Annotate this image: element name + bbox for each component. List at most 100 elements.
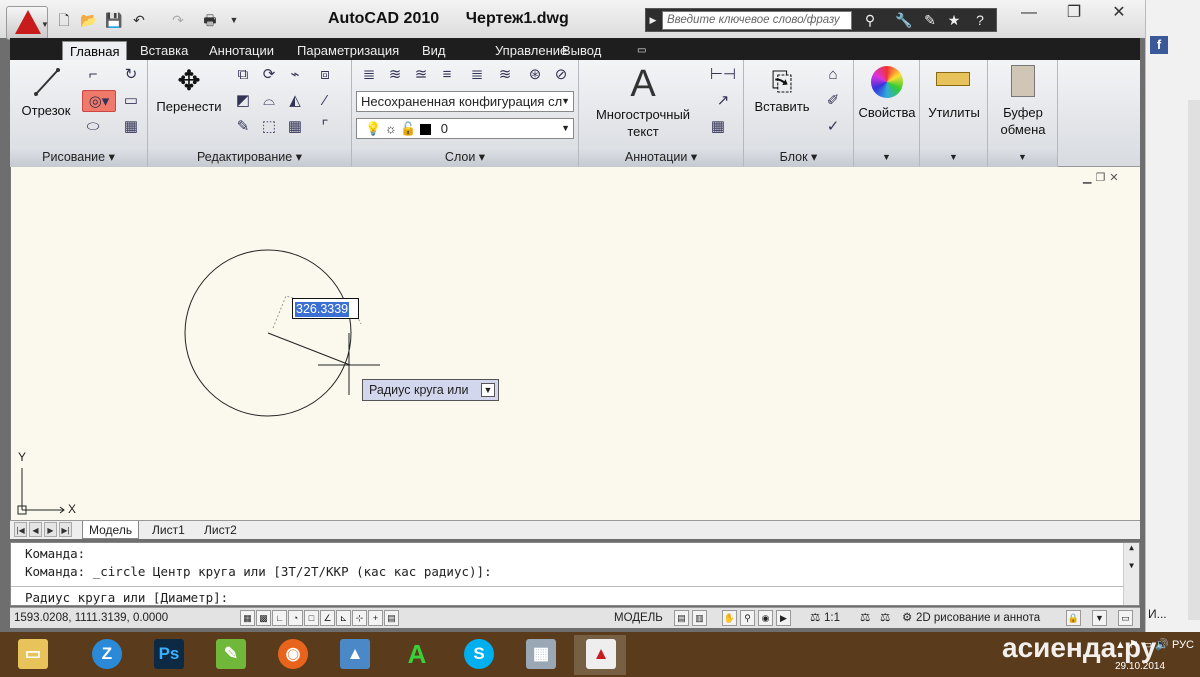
attribute-icon[interactable]: ✓ [822, 116, 844, 138]
tab-model[interactable]: Модель [82, 521, 140, 539]
next-tab-icon[interactable]: ▶ [44, 522, 57, 537]
circle-icon[interactable]: ◎▾ [82, 90, 116, 112]
application-menu-button[interactable]: ▼ [6, 6, 49, 40]
ribbon-minimize-icon[interactable]: ▭ [630, 41, 653, 60]
showmotion-icon[interactable]: ▶ [776, 610, 791, 626]
array-icon[interactable]: ▦ [284, 116, 306, 138]
clipboard-expand-icon[interactable]: ▼ [988, 147, 1057, 167]
tab-layout1[interactable]: Лист1 [146, 521, 191, 539]
save-icon[interactable]: 💾 [104, 11, 124, 29]
polar-icon[interactable]: ◔ [288, 610, 303, 626]
polyline-icon[interactable]: ⌐ [82, 64, 104, 86]
erase-icon[interactable]: ⧈ [314, 64, 336, 86]
insert-block-button[interactable]: ⎘ Вставить [748, 64, 816, 124]
mirror-triangle-icon[interactable]: ◭ [284, 90, 306, 112]
taskbar-item-autocad[interactable]: ▲ [574, 635, 626, 675]
fillet-icon[interactable]: ⌓ [258, 90, 280, 112]
dynamic-dimension-input[interactable]: 326.3339 [292, 298, 359, 319]
tab-home[interactable]: Главная [62, 41, 128, 60]
layers-panel-footer[interactable]: Слои ▾ [352, 147, 578, 167]
last-tab-icon[interactable]: ▶| [59, 522, 72, 537]
options-down-arrow-icon[interactable]: ▼ [481, 383, 495, 397]
taskbar-item-notepad[interactable]: ✎ [204, 635, 256, 675]
taskbar-item-calculator[interactable]: ▦ [514, 635, 566, 675]
osnap-icon[interactable]: □ [304, 610, 319, 626]
mirror-icon[interactable]: ◩ [232, 90, 254, 112]
properties-panel[interactable]: Свойства ▼ [854, 60, 920, 167]
utilities-expand-icon[interactable]: ▼ [920, 147, 987, 167]
leader-icon[interactable]: ↗ [707, 90, 739, 112]
layer-off-icon[interactable]: ≡ [436, 64, 458, 86]
auto-scale-icon[interactable]: ⚖ [880, 608, 890, 628]
lineweight-icon[interactable]: + [368, 610, 383, 626]
tab-insert[interactable]: Вставка [133, 41, 195, 60]
wrench-icon[interactable]: 🔧 [894, 11, 914, 30]
create-block-icon[interactable]: ⌂ [822, 64, 844, 86]
layer-unisolate-icon[interactable]: ⊘ [550, 64, 572, 86]
rectangle-icon[interactable]: ▭ [120, 90, 142, 112]
layer-state-dropdown[interactable]: Несохраненная конфигурация сл ▼ [356, 91, 574, 112]
annotation-visibility-icon[interactable]: ⚖ [860, 608, 870, 628]
quick-properties-icon[interactable]: ▤ [384, 610, 399, 626]
annotation-panel-footer[interactable]: Аннотации ▾ [579, 147, 743, 167]
taskbar-item-photos[interactable]: ▲ [328, 635, 380, 675]
scale-icon[interactable]: ⬚ [258, 116, 280, 138]
first-tab-icon[interactable]: |◀ [14, 522, 27, 537]
utilities-panel[interactable]: Утилиты ▼ [920, 60, 988, 167]
taskbar-item-photoshop[interactable]: Ps [142, 635, 194, 675]
quick-access-dropdown-icon[interactable]: ▼ [224, 11, 244, 29]
stretch-icon[interactable]: ✎ [232, 116, 254, 138]
edit-block-icon[interactable]: ✐ [822, 90, 844, 112]
layer-isolate-icon[interactable]: ≊ [410, 64, 432, 86]
prev-tab-icon[interactable]: ◀ [29, 522, 42, 537]
redo-icon[interactable]: ↷ [168, 11, 188, 29]
minimize-button[interactable]: — [1008, 0, 1050, 26]
taskbar-item-skype[interactable]: S [452, 635, 504, 675]
trim-icon[interactable]: ⌁ [284, 64, 306, 86]
move-button[interactable]: ✥ Перенести [152, 64, 226, 124]
ortho-icon[interactable]: ∟ [272, 610, 287, 626]
undo-icon[interactable]: ↶ [129, 11, 149, 29]
open-folder-icon[interactable]: 📂 [79, 11, 99, 29]
restore-button[interactable]: ❐ [1053, 0, 1095, 26]
mtext-button[interactable]: A Многострочный текст [585, 62, 701, 142]
workspace-gear-icon[interactable]: ⚙ [902, 608, 912, 628]
layer-freeze-icon[interactable]: ≋ [494, 64, 516, 86]
status-menu-icon[interactable]: ▼ [1092, 610, 1107, 626]
layer-walk-icon[interactable]: ⊛ [524, 64, 546, 86]
ducs-icon[interactable]: ⊾ [336, 610, 351, 626]
command-line[interactable]: Команда: Команда: _circle Центр круга ил… [10, 542, 1140, 606]
subscription-icon[interactable]: ✎ [920, 11, 940, 30]
draw-panel-footer[interactable]: Рисование ▾ [10, 147, 147, 167]
model-space-toggle[interactable]: МОДЕЛЬ [614, 608, 663, 628]
facebook-icon[interactable]: f [1150, 36, 1168, 54]
favorites-star-icon[interactable]: ★ [944, 11, 964, 30]
command-scrollbar[interactable]: ▲ ▼ [1123, 543, 1139, 605]
expand-arrow-icon[interactable]: ▶ [643, 11, 663, 30]
page-scrollbar[interactable] [1188, 100, 1200, 620]
quick-view-layouts-icon[interactable]: ▥ [692, 610, 707, 626]
zoom-icon[interactable]: ⚲ [740, 610, 755, 626]
copy-icon[interactable]: ⧉ [232, 64, 254, 86]
table-icon[interactable]: ▦ [707, 116, 729, 138]
model-layout-icon[interactable]: ▤ [674, 610, 689, 626]
snap-mode-icon[interactable]: ▦ [240, 610, 255, 626]
taskbar-item-a-app[interactable]: A [390, 635, 442, 675]
taskbar-item-z[interactable]: Z [80, 635, 132, 675]
tab-parametric[interactable]: Параметризация [290, 41, 406, 60]
arc-icon[interactable]: ↻ [120, 64, 142, 86]
binoculars-icon[interactable]: ⚲ [860, 11, 880, 30]
close-button[interactable]: ✕ [1098, 0, 1140, 26]
tab-view[interactable]: Вид [415, 41, 453, 60]
clean-screen-icon[interactable]: ▭ [1118, 610, 1133, 626]
tab-annotate[interactable]: Аннотации [202, 41, 281, 60]
lock-ui-icon[interactable]: 🔒 [1066, 610, 1081, 626]
help-icon[interactable]: ? [970, 11, 990, 30]
current-layer-dropdown[interactable]: 💡 ☼ 🔓 0 ▼ [356, 118, 574, 139]
tab-layout2[interactable]: Лист2 [198, 521, 243, 539]
search-input[interactable]: Введите ключевое слово/фразу [662, 11, 852, 30]
workspace-selector[interactable]: 2D рисование и аннота [916, 608, 1062, 628]
tab-output[interactable]: Вывод [555, 41, 608, 60]
otrack-icon[interactable]: ∠ [320, 610, 335, 626]
hatch-icon[interactable]: ▦ [120, 116, 142, 138]
